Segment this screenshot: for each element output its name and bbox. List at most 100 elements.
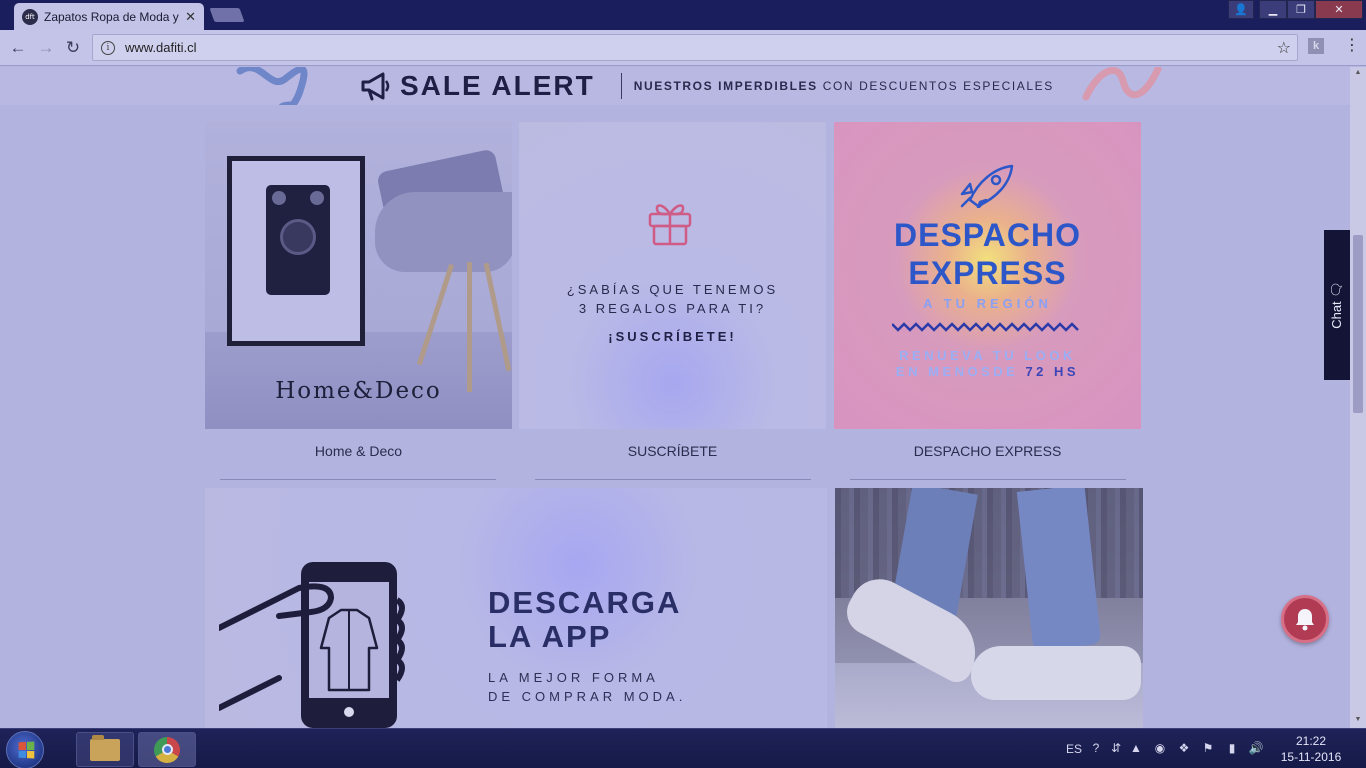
framed-camera-poster	[227, 156, 365, 346]
close-tab-icon[interactable]: ✕	[185, 9, 196, 25]
url-text[interactable]: www.dafiti.cl	[125, 40, 197, 55]
despacho-title: DESPACHO EXPRESS	[834, 216, 1141, 292]
subscribe-cta[interactable]: ¡SUSCRÍBETE!	[519, 329, 826, 344]
page-scrollbar[interactable]: ▲ ▼	[1350, 67, 1366, 728]
language-indicator[interactable]: ES	[1066, 729, 1082, 768]
sale-alert-content: SALE ALERT NUESTROS IMPERDIBLES CON DESC…	[360, 70, 1054, 101]
page-viewport: SALE ALERT NUESTROS IMPERDIBLES CON DESC…	[0, 67, 1350, 728]
download-app-subtitle-line1: LA MEJOR FORMA	[488, 670, 659, 685]
taskbar-chrome[interactable]	[138, 732, 196, 767]
subscribe-underline	[535, 479, 811, 480]
subscribe-question-line1: ¿SABÍAS QUE TENEMOS	[566, 282, 779, 297]
despacho-footer: RENUEVA TU LOOK EN MENOSDE 72 HS	[834, 348, 1141, 380]
browser-titlebar: dft Zapatos Ropa de Moda y ✕ 👤 ▁ ❐ ✕	[0, 0, 1366, 30]
reload-icon[interactable]: ↻	[63, 38, 83, 58]
despacho-title-line2: EXPRESS	[908, 255, 1067, 291]
power-icon[interactable]: ▮	[1224, 740, 1240, 756]
close-window-button[interactable]: ✕	[1315, 0, 1363, 19]
decorative-squiggle-left	[236, 67, 308, 105]
action-center-flag-icon[interactable]: ⚑	[1200, 740, 1216, 756]
browser-toolbar: ← → ↻ i www.dafiti.cl ☆	[0, 30, 1366, 66]
rocket-icon	[960, 164, 1014, 208]
volume-icon[interactable]: 🔊	[1248, 740, 1264, 756]
taskbar-clock[interactable]: 21:22 15-11-2016	[1276, 733, 1346, 765]
sale-subtitle-bold: NUESTROS IMPERDIBLES	[633, 79, 818, 93]
gift-icon	[648, 204, 692, 246]
network-icon[interactable]: ⇵	[1108, 740, 1124, 756]
minimize-button[interactable]: ▁	[1259, 0, 1287, 19]
despacho-footer-line1: RENUEVA TU LOOK	[899, 348, 1076, 363]
home-deco-label[interactable]: Home & Deco	[205, 443, 512, 459]
home-deco-caption: Home&Deco	[275, 378, 442, 404]
shoes-photo-tile[interactable]	[835, 488, 1143, 728]
clock-date: 15-11-2016	[1280, 750, 1342, 764]
scroll-down-arrow-icon[interactable]: ▼	[1350, 716, 1366, 726]
download-app-title-line1: DESCARGA	[488, 585, 682, 620]
megaphone-icon	[361, 72, 390, 101]
back-arrow-icon[interactable]: ←	[8, 38, 28, 58]
despacho-underline	[850, 479, 1126, 480]
tab-title: Zapatos Ropa de Moda y	[44, 9, 179, 24]
home-deco-underline	[220, 479, 496, 480]
subscribe-label[interactable]: SUSCRÍBETE	[519, 443, 826, 459]
download-app-subtitle-line2: DE COMPRAR MODA.	[488, 689, 687, 704]
address-bar[interactable]: i www.dafiti.cl ☆	[92, 34, 1298, 61]
show-hidden-icons-icon[interactable]: ▲	[1128, 740, 1144, 756]
extension-k-icon[interactable]: k	[1308, 38, 1324, 54]
sale-alert-subtitle: NUESTROS IMPERDIBLES CON DESCUENTOS ESPE…	[634, 79, 1054, 93]
despacho-label[interactable]: DESPACHO EXPRESS	[834, 443, 1141, 459]
despacho-subtitle: A TU REGIÓN	[923, 296, 1052, 311]
camera-knob	[272, 191, 286, 205]
maximize-button[interactable]: ❐	[1287, 0, 1315, 19]
forward-arrow-icon[interactable]: →	[36, 38, 56, 58]
sale-subtitle-rest: CON DESCUENTOS ESPECIALES	[817, 79, 1054, 93]
decorative-squiggle-right	[1082, 67, 1162, 101]
despacho-express-tile[interactable]: DESPACHO EXPRESS A TU REGIÓN RENUEVA TU …	[834, 122, 1141, 429]
zigzag-divider	[892, 322, 1079, 332]
site-info-icon[interactable]: i	[101, 40, 115, 55]
scroll-thumb[interactable]	[1353, 235, 1363, 413]
camera-knob	[310, 191, 324, 205]
hand-holding-phone-icon	[219, 562, 405, 728]
chat-label-text: Chat	[1329, 301, 1345, 329]
chat-label: Chat 🗨	[1329, 281, 1345, 329]
browser-menu-icon[interactable]: ⋮	[1344, 37, 1360, 55]
download-app-title-line2: LA APP	[488, 619, 612, 654]
windows-logo-icon	[18, 741, 35, 759]
chrome-icon	[154, 736, 180, 763]
chat-tab[interactable]: Chat 🗨	[1324, 230, 1350, 380]
browser-tab-dafiti[interactable]: dft Zapatos Ropa de Moda y ✕	[14, 3, 204, 30]
profile-icon[interactable]: 👤	[1228, 0, 1254, 19]
banner-divider	[620, 73, 622, 99]
help-icon[interactable]: ?	[1088, 740, 1104, 756]
despacho-footer-line2: EN MENOSDE 72 HS	[834, 364, 1141, 380]
download-app-tile[interactable]: DESCARGA LA APP LA MEJOR FORMA DE COMPRA…	[205, 488, 827, 728]
clock-time: 21:22	[1295, 734, 1327, 748]
bookmark-star-icon[interactable]: ☆	[1277, 38, 1291, 58]
subscribe-question: ¿SABÍAS QUE TENEMOS 3 REGALOS PARA TI?	[519, 280, 826, 318]
subscribe-question-line2: 3 REGALOS PARA TI?	[578, 301, 767, 316]
scroll-up-arrow-icon[interactable]: ▲	[1350, 69, 1366, 79]
camera-lens	[280, 219, 316, 255]
sale-alert-title: SALE ALERT	[400, 70, 595, 101]
camera-icon	[266, 185, 330, 295]
download-app-subtitle: LA MEJOR FORMA DE COMPRAR MODA.	[488, 668, 686, 706]
sale-alert-banner[interactable]: SALE ALERT NUESTROS IMPERDIBLES CON DESC…	[0, 67, 1350, 105]
windows-taskbar: ES ? ⇵ ▲ ◉ ❖ ⚑ ▮ 🔊 21:22 15-11-2016	[0, 728, 1366, 768]
folder-icon	[90, 734, 120, 761]
new-tab-button[interactable]	[209, 8, 245, 22]
dropbox-icon[interactable]: ❖	[1176, 740, 1192, 756]
taskbar-file-explorer[interactable]	[76, 732, 134, 767]
tray-app-icon[interactable]: ◉	[1152, 740, 1168, 756]
slip-on-shoe-image	[971, 646, 1141, 700]
notification-bell-button[interactable]	[1281, 595, 1329, 643]
home-deco-tile[interactable]: Home&Deco	[205, 122, 512, 429]
download-app-title: DESCARGA LA APP	[488, 586, 681, 654]
despacho-footer-text: EN MENOSDE	[895, 364, 1026, 379]
subscribe-tile[interactable]: ¿SABÍAS QUE TENEMOS 3 REGALOS PARA TI? ¡…	[519, 122, 826, 429]
chair-image	[375, 192, 512, 272]
chair-leg	[467, 262, 472, 392]
bell-icon	[1296, 609, 1314, 631]
chat-bubble-icon: 🗨	[1329, 281, 1345, 298]
start-button[interactable]	[6, 731, 44, 768]
